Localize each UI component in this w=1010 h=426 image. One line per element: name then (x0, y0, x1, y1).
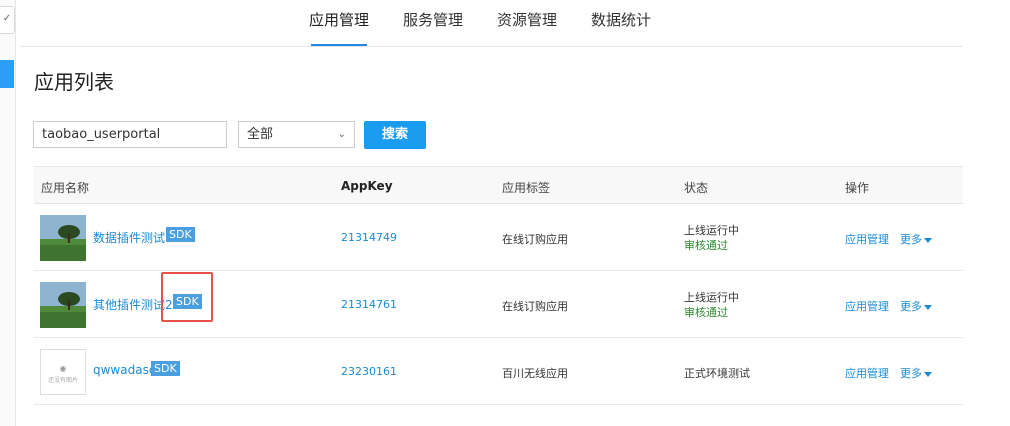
caret-down-icon (924, 237, 932, 243)
col-app-tag: 应用标签 (502, 181, 551, 195)
empty-thumbnail: ◉ 还没有图片 (40, 349, 86, 395)
appkey-link[interactable]: 21314761 (341, 298, 397, 311)
col-actions: 操作 (845, 181, 870, 195)
app-manage-link[interactable]: 应用管理 (845, 231, 889, 247)
app-thumbnail (40, 215, 86, 261)
app-manage-link[interactable]: 应用管理 (845, 298, 889, 314)
more-label: 更多 (900, 367, 922, 380)
run-status: 上线运行中 (684, 224, 739, 237)
col-app-name: 应用名称 (41, 181, 90, 195)
caret-down-icon (924, 304, 932, 310)
sdk-highlight-box (161, 272, 213, 322)
chevron-down-icon: ⌄ (337, 129, 346, 140)
more-dropdown[interactable]: 更多 (900, 298, 932, 314)
page-title: 应用列表 (34, 70, 114, 94)
tab-service-management[interactable]: 服务管理 (386, 0, 480, 46)
app-tag: 在线订购应用 (502, 300, 568, 313)
app-tag: 百川无线应用 (502, 367, 568, 380)
run-status: 正式环境测试 (684, 367, 750, 380)
empty-thumbnail-caption: 还没有图片 (47, 377, 78, 384)
table-row: ◉ 还没有图片 qwwadasd SDK 23230161 百川无线应用 正式环… (34, 338, 963, 405)
sidebar-toggle-chevron-icon[interactable]: ✓ (0, 6, 15, 34)
search-input[interactable] (33, 121, 227, 148)
more-label: 更多 (900, 300, 922, 313)
sdk-badge: SDK (166, 227, 195, 242)
app-manage-link[interactable]: 应用管理 (845, 365, 889, 381)
review-status: 审核通过 (684, 306, 728, 319)
camera-icon: ◉ (59, 364, 67, 373)
tab-resource-management[interactable]: 资源管理 (480, 0, 574, 46)
review-status: 审核通过 (684, 239, 728, 252)
more-dropdown[interactable]: 更多 (900, 231, 932, 247)
run-status: 上线运行中 (684, 291, 739, 304)
table-header: 应用名称 AppKey 应用标签 状态 操作 (34, 166, 963, 204)
table-row: 数据插件测试 SDK 21314749 在线订购应用 上线运行中 审核通过 应用… (34, 204, 963, 271)
filter-select-value: 全部 (247, 127, 274, 142)
tab-app-management[interactable]: 应用管理 (292, 0, 386, 46)
appkey-link[interactable]: 23230161 (341, 365, 397, 378)
appkey-link[interactable]: 21314749 (341, 231, 397, 244)
more-dropdown[interactable]: 更多 (900, 365, 932, 381)
col-status: 状态 (684, 181, 709, 195)
search-button[interactable]: 搜索 (364, 121, 426, 149)
app-name-link[interactable]: 数据插件测试 (93, 229, 165, 246)
top-nav: 应用管理 服务管理 资源管理 数据统计 (292, 0, 668, 46)
sdk-badge: SDK (151, 361, 180, 376)
caret-down-icon (924, 371, 932, 377)
filter-select[interactable]: 全部 ⌄ (238, 121, 355, 148)
app-tag: 在线订购应用 (502, 233, 568, 246)
col-appkey: AppKey (341, 179, 393, 193)
more-label: 更多 (900, 233, 922, 246)
app-thumbnail (40, 282, 86, 328)
nav-divider (20, 46, 963, 47)
tab-data-statistics[interactable]: 数据统计 (574, 0, 668, 46)
app-name-link[interactable]: qwwadasd (93, 363, 156, 377)
sidebar-active-item[interactable] (0, 60, 14, 88)
